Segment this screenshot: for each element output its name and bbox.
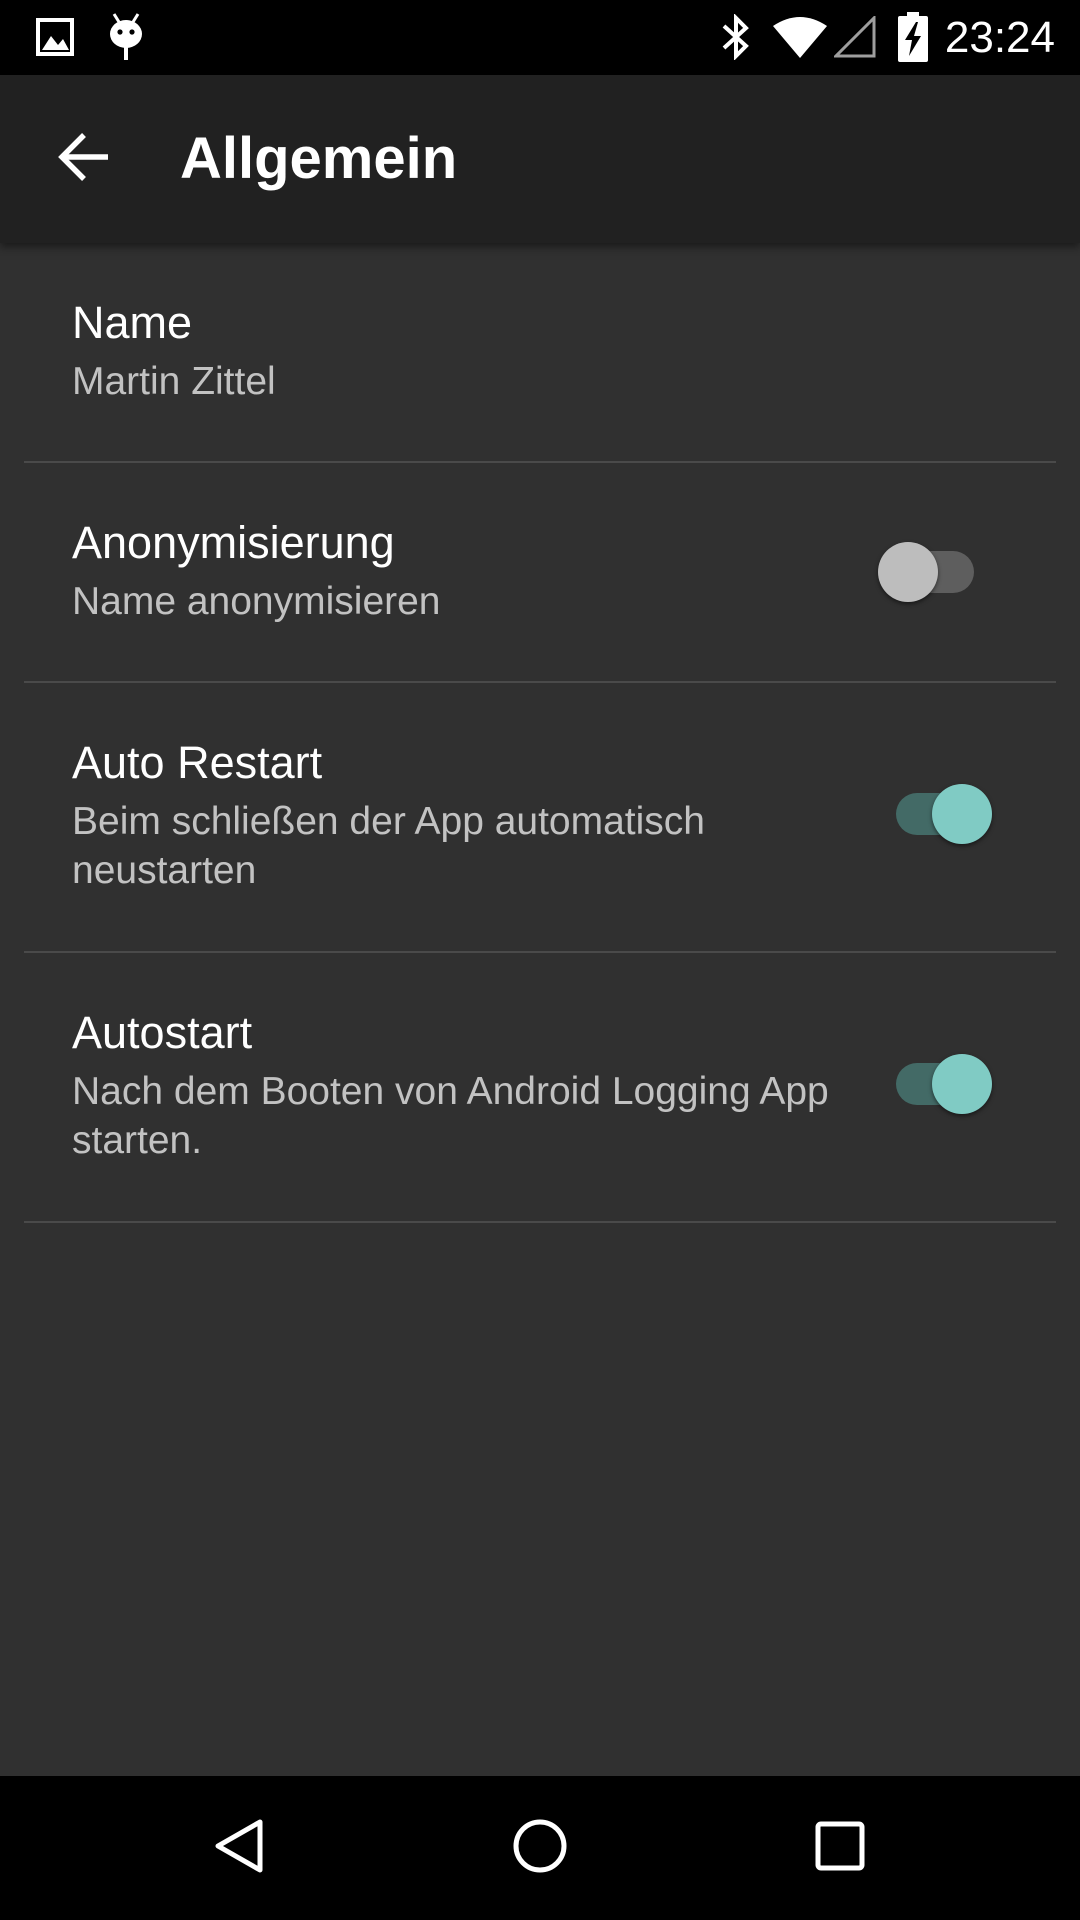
- nav-recents-button[interactable]: [790, 1798, 890, 1898]
- switch-thumb: [878, 542, 938, 602]
- anonymisierung-switch[interactable]: [878, 531, 988, 602]
- auto-restart-switch[interactable]: [882, 773, 992, 844]
- battery-charging-icon: [898, 12, 928, 66]
- switch-thumb: [932, 784, 992, 844]
- navigation-bar: [0, 1776, 1080, 1920]
- recents-square-icon: [810, 1816, 870, 1880]
- pref-title: Name: [72, 297, 193, 348]
- pref-title: Autostart: [72, 1007, 253, 1058]
- bluetooth-icon: [718, 13, 754, 64]
- pref-title: Auto Restart: [72, 737, 323, 788]
- pref-autostart[interactable]: Autostart Nach dem Booten von Android Lo…: [0, 953, 1080, 1223]
- switch-thumb: [932, 1054, 992, 1114]
- pref-title: Anonymisierung: [72, 517, 395, 568]
- image-notification-icon: [36, 18, 74, 60]
- pref-summary: Martin Zittel: [72, 360, 276, 403]
- autostart-switch[interactable]: [882, 1043, 992, 1114]
- settings-list: Name Martin Zittel Anonymisierung Name a…: [0, 243, 1080, 1223]
- nav-home-button[interactable]: [490, 1798, 590, 1898]
- nav-back-button[interactable]: [190, 1798, 290, 1898]
- back-button[interactable]: [40, 115, 128, 203]
- status-time: 23:24: [944, 13, 1055, 62]
- arrow-back-icon: [58, 131, 110, 187]
- status-bar: 23:24: [0, 0, 1080, 75]
- cell-signal-icon: [832, 14, 876, 62]
- home-circle-icon: [510, 1816, 570, 1880]
- pref-summary: Nach dem Booten von Android Logging App …: [72, 1070, 829, 1162]
- back-triangle-icon: [210, 1816, 270, 1880]
- wifi-icon: [772, 16, 828, 62]
- page-title: Allgemein: [180, 126, 458, 191]
- pref-auto-restart[interactable]: Auto Restart Beim schließen der App auto…: [0, 683, 1080, 953]
- pref-summary: Beim schließen der App automatisch neust…: [72, 800, 705, 892]
- pref-anonymisierung[interactable]: Anonymisierung Name anonymisieren: [0, 463, 1080, 683]
- android-debug-icon: [106, 12, 146, 66]
- pref-name[interactable]: Name Martin Zittel: [0, 243, 1080, 463]
- pref-summary: Name anonymisieren: [72, 580, 441, 623]
- screen: 23:24 Allgemein Name Martin Zittel Anony…: [0, 0, 1080, 1920]
- divider: [24, 1221, 1056, 1223]
- toolbar: Allgemein: [0, 75, 1080, 243]
